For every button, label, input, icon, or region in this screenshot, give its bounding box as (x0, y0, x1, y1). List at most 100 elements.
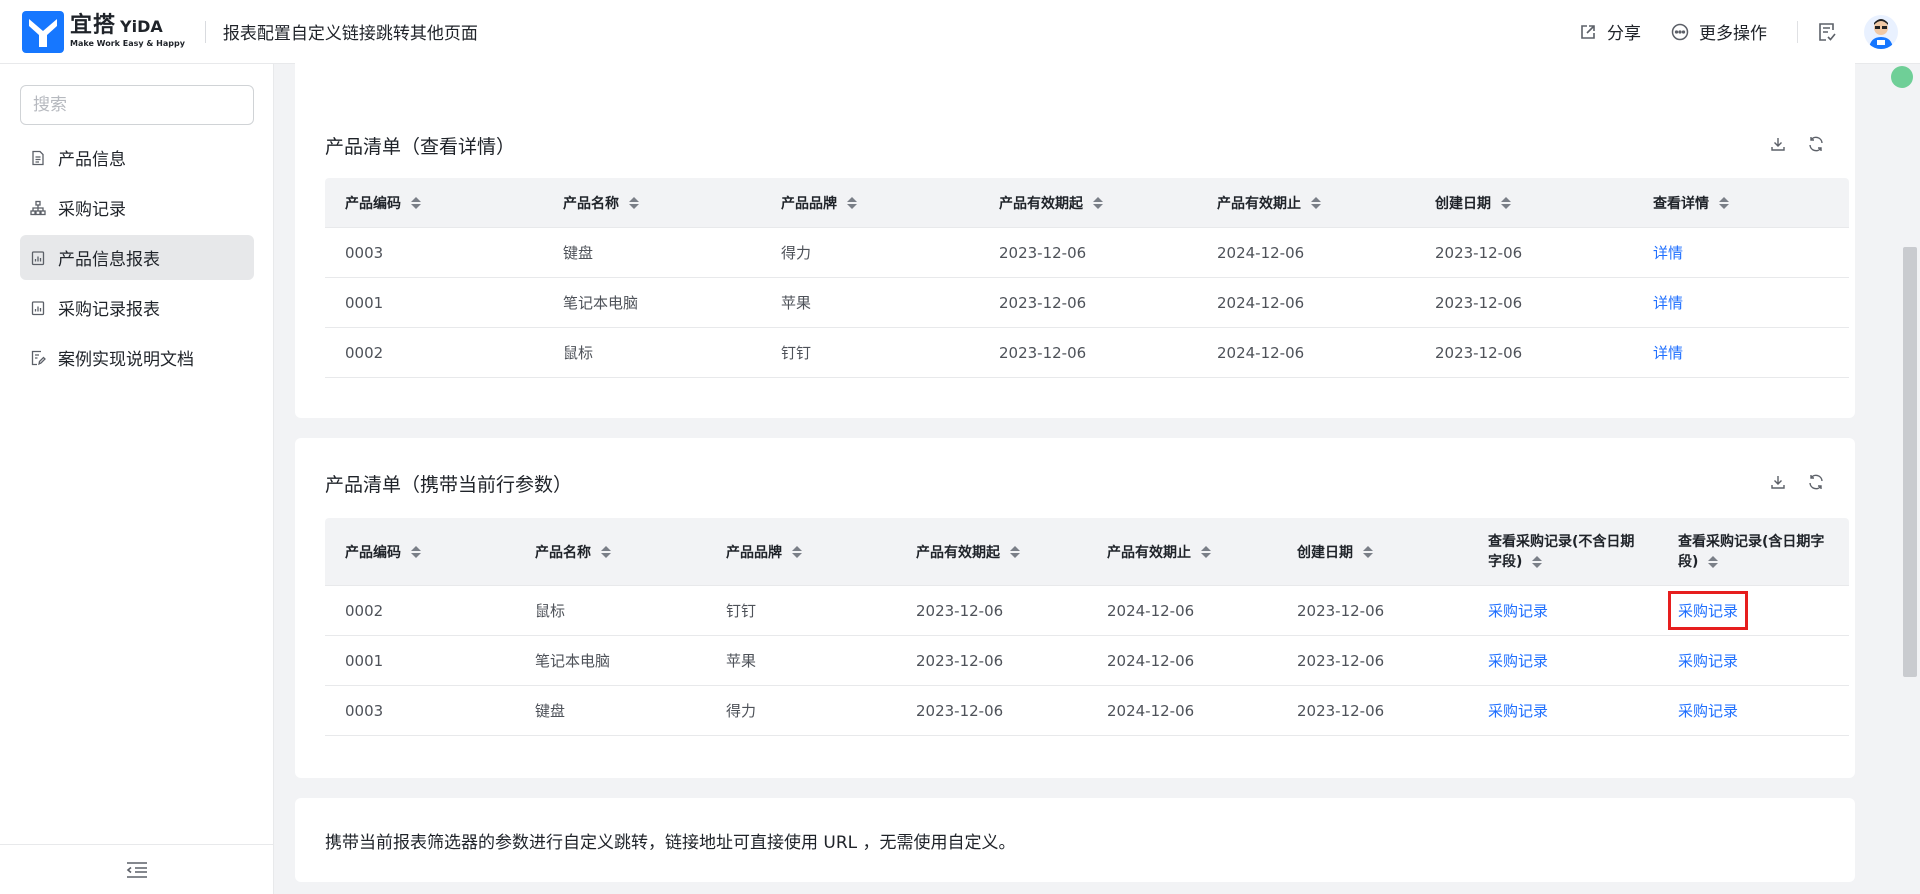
logo[interactable]: 宜搭 YiDA Make Work Easy & Happy (22, 10, 185, 53)
detail-link[interactable]: 详情 (1633, 292, 1849, 313)
column-header[interactable]: 查看采购记录(不含日期字段) (1468, 518, 1658, 585)
more-actions-button[interactable]: 更多操作 (1671, 19, 1767, 44)
sidebar-search[interactable] (20, 85, 254, 125)
yida-logo-icon (22, 10, 64, 53)
cell: 2024-12-06 (1107, 651, 1195, 670)
detail-link[interactable]: 详情 (1633, 242, 1849, 263)
column-header[interactable]: 产品有效期起 (896, 518, 1087, 585)
cell: 2023-12-06 (916, 651, 1004, 670)
column-header[interactable]: 产品名称 (543, 178, 761, 227)
table-header: 产品编码 产品名称 产品品牌 产品有效期起 产品有效期止 创建日期 查看详情 (325, 178, 1849, 228)
column-header[interactable]: 创建日期 (1415, 178, 1633, 227)
cell: 笔记本电脑 (535, 652, 611, 670)
cell: 苹果 (781, 294, 812, 312)
task-button[interactable] (1816, 21, 1838, 43)
sidebar-item-product-info[interactable]: 产品信息 (20, 135, 254, 180)
share-button[interactable]: 分享 (1579, 19, 1641, 44)
brand-name-cn: 宜搭 (70, 13, 117, 38)
sidebar-item-label: 产品信息报表 (58, 250, 160, 270)
cell: 0003 (345, 243, 384, 262)
sort-icon (1093, 196, 1103, 209)
cell: 钉钉 (781, 344, 812, 362)
task-icon (1819, 22, 1836, 41)
sort-icon (601, 545, 611, 558)
sidebar: 产品信息 采购记录 产品信息报表 采购记录报表 (0, 64, 274, 894)
sort-icon (629, 196, 639, 209)
user-avatar[interactable] (1864, 14, 1898, 49)
sort-icon (1719, 196, 1729, 209)
cell: 2023-12-06 (1435, 343, 1523, 362)
more-icon (1671, 23, 1689, 40)
sort-icon (1201, 545, 1211, 558)
table-row: 0001 笔记本电脑 苹果 2023-12-06 2024-12-06 2023… (325, 278, 1849, 328)
column-header[interactable]: 产品品牌 (706, 518, 896, 585)
cell: 2023-12-06 (916, 701, 1004, 720)
table-row: 0002 鼠标 钉钉 2023-12-06 2024-12-06 2023-12… (325, 328, 1849, 378)
column-header[interactable]: 产品有效期止 (1087, 518, 1277, 585)
cell: 得力 (781, 244, 812, 262)
header-divider (204, 20, 206, 43)
download-icon[interactable] (1769, 135, 1787, 153)
more-actions-label: 更多操作 (1699, 24, 1767, 44)
purchase-record-link[interactable]: 采购记录 (1468, 650, 1658, 671)
page-title: 报表配置自定义链接跳转其他页面 (222, 24, 478, 44)
note-text: 携带当前报表筛选器的参数进行自定义跳转，链接地址可直接使用 URL ，无需使用自… (325, 833, 1016, 853)
purchase-record-link[interactable]: 采购记录 (1468, 600, 1658, 621)
refresh-icon[interactable] (1807, 473, 1825, 491)
cell: 笔记本电脑 (563, 294, 639, 312)
form-icon (32, 150, 44, 165)
collapse-sidebar-icon[interactable] (126, 861, 148, 879)
purchase-record-link[interactable]: 采购记录 (1658, 650, 1849, 671)
cell: 2023-12-06 (999, 343, 1087, 362)
search-input[interactable] (31, 94, 254, 116)
report-icon (31, 300, 45, 315)
card-title: 产品清单（携带当前行参数） (325, 474, 573, 496)
purchase-record-link[interactable]: 采购记录 (1468, 700, 1658, 721)
brand-slogan: Make Work Easy & Happy (70, 39, 185, 48)
refresh-icon[interactable] (1807, 135, 1825, 153)
detail-link[interactable]: 详情 (1633, 342, 1849, 363)
floating-assistant-dot[interactable] (1891, 66, 1913, 88)
cell: 0001 (345, 651, 384, 670)
download-icon[interactable] (1769, 473, 1787, 491)
cell: 0003 (345, 701, 384, 720)
sidebar-item-purchase-records[interactable]: 采购记录 (20, 185, 254, 230)
sort-icon (847, 196, 857, 209)
sidebar-item-product-report[interactable]: 产品信息报表 (20, 235, 254, 280)
table-row: 0001 笔记本电脑 苹果 2023-12-06 2024-12-06 2023… (325, 636, 1849, 686)
table-header: 产品编码 产品名称 产品品牌 产品有效期起 产品有效期止 创建日期 查看采购记录… (325, 518, 1849, 586)
product-list-param-card: 产品清单（携带当前行参数） 产品编码 产品名称 产品品牌 产品有效期起 产品有效… (295, 438, 1855, 778)
column-header[interactable]: 产品有效期止 (1197, 178, 1415, 227)
sidebar-item-case-doc[interactable]: 案例实现说明文档 (20, 335, 254, 380)
sidebar-item-purchase-report[interactable]: 采购记录报表 (20, 285, 254, 330)
sidebar-item-label: 采购记录报表 (58, 300, 160, 320)
cell: 钉钉 (726, 602, 757, 620)
column-header[interactable]: 产品有效期起 (979, 178, 1197, 227)
sidebar-nav: 产品信息 采购记录 产品信息报表 采购记录报表 案例实现说明文档 (20, 135, 254, 385)
cell: 键盘 (535, 702, 566, 720)
column-header[interactable]: 产品编码 (325, 178, 543, 227)
column-header[interactable]: 查看详情 (1633, 178, 1849, 227)
cell: 2024-12-06 (1107, 701, 1195, 720)
sort-icon (411, 545, 421, 558)
highlighted-cell: 采购记录 (1658, 591, 1849, 630)
cell: 2024-12-06 (1107, 601, 1195, 620)
column-header[interactable]: 产品名称 (515, 518, 706, 585)
table-row: 0003 键盘 得力 2023-12-06 2024-12-06 2023-12… (325, 228, 1849, 278)
cell: 2023-12-06 (1435, 243, 1523, 262)
purchase-record-link[interactable]: 采购记录 (1658, 700, 1849, 721)
sort-icon (1311, 196, 1321, 209)
column-header[interactable]: 产品品牌 (761, 178, 979, 227)
page-scrollbar-thumb[interactable] (1903, 247, 1917, 677)
sidebar-item-label: 产品信息 (58, 150, 126, 170)
cell: 2024-12-06 (1217, 293, 1305, 312)
column-header[interactable]: 产品编码 (325, 518, 515, 585)
doc-edit-icon (31, 350, 46, 365)
column-header[interactable]: 创建日期 (1277, 518, 1468, 585)
purchase-record-link-highlighted[interactable]: 采购记录 (1668, 591, 1749, 630)
card-title: 产品清单（查看详情） (325, 136, 516, 158)
column-header[interactable]: 查看采购记录(含日期字段) (1658, 518, 1849, 585)
main-content: 产品清单（查看详情） 产品编码 产品名称 产品品牌 产品有效期起 产品有效期止 … (274, 54, 1920, 894)
sort-icon (792, 545, 802, 558)
table-row: 0003 键盘 得力 2023-12-06 2024-12-06 2023-12… (325, 686, 1849, 736)
